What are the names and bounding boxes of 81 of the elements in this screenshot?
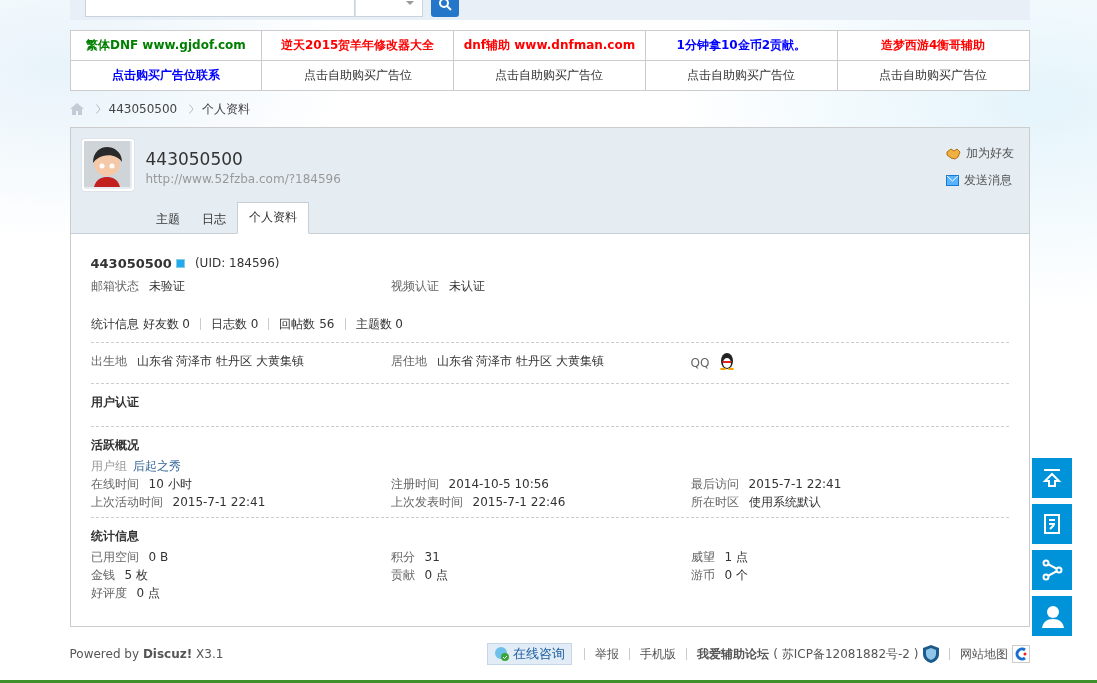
field-label: 最后访问	[690, 475, 739, 493]
field-value: 5 枚	[124, 566, 148, 584]
share-button[interactable]	[1032, 550, 1072, 590]
field-label: 游币	[690, 566, 715, 584]
action-label: 发送消息	[963, 172, 1012, 189]
field-value: 未验证	[148, 277, 185, 295]
field-value: 31	[424, 550, 440, 564]
field-label: 所在时区	[690, 493, 739, 511]
field-label: 用户组	[90, 457, 127, 475]
field-value: 0 点	[136, 584, 160, 602]
field-value: 2015-7-1 22:41	[172, 495, 266, 509]
field-value: 2015-7-1 22:41	[748, 477, 842, 491]
footer-link[interactable]: 网站地图	[959, 645, 1008, 663]
footer-link[interactable]: 手机版	[640, 645, 677, 663]
section-heading: 活跃概况	[90, 437, 140, 454]
action-link[interactable]: 加为好友	[945, 145, 1014, 162]
profile-tab[interactable]: 个人资料	[236, 202, 309, 234]
field-value: 10 小时	[148, 475, 192, 493]
penguin-icon[interactable]	[719, 352, 736, 370]
group-link[interactable]: 后起之秀	[132, 457, 181, 475]
stat-link[interactable]: 回帖数 56	[279, 315, 335, 333]
field-label: 已用空间	[90, 548, 139, 566]
chat-icon	[494, 646, 511, 662]
field-label: 上次发表时间	[390, 493, 463, 511]
chevron-icon	[189, 104, 195, 114]
search-icon	[437, 0, 452, 11]
avatar	[81, 139, 134, 191]
stat-link[interactable]: 日志数 0	[210, 315, 259, 333]
field-value: 1 点	[724, 548, 748, 566]
user-button[interactable]	[1032, 596, 1072, 636]
field-label: 在线时间	[90, 475, 139, 493]
field-label: 上次活动时间	[90, 493, 163, 511]
field-value: 2014-10-5 10:56	[448, 477, 549, 491]
field-label: 邮箱状态	[90, 277, 139, 295]
field-label: 金钱	[90, 566, 115, 584]
badge-icon[interactable]	[1011, 645, 1030, 663]
field-label: QQ	[690, 356, 710, 370]
field-label: 视频认证	[390, 277, 439, 295]
profile-tab[interactable]: 日志	[190, 205, 237, 234]
post-button[interactable]	[1032, 504, 1072, 544]
footer-link[interactable]: 举报	[595, 645, 620, 663]
shield-icon[interactable]	[922, 645, 939, 663]
member-name: 443050500	[90, 255, 172, 271]
action-label: 加为好友	[965, 145, 1014, 162]
field-label: 积分	[390, 548, 415, 566]
uid-text: (UID: 184596)	[194, 256, 280, 270]
document-icon	[1041, 513, 1063, 535]
field-value: 山东省 菏泽市 牡丹区 大黄集镇	[136, 352, 304, 370]
action-link[interactable]: 发送消息	[945, 172, 1014, 189]
person-icon	[1040, 604, 1064, 628]
field-label: 威望	[690, 548, 715, 566]
field-value: 0 个	[724, 566, 748, 584]
field-value: 0 点	[424, 566, 448, 584]
stats-label: 统计信息	[90, 315, 139, 333]
field-value: 未认证	[448, 277, 485, 295]
profile-tab[interactable]: 主题	[144, 205, 191, 234]
field-label: 出生地	[90, 352, 127, 370]
chevron-icon	[95, 104, 101, 114]
field-value: 山东省 菏泽市 牡丹区 大黄集镇	[436, 352, 604, 370]
field-value: 0 B	[148, 550, 169, 564]
arrow-up-icon	[1041, 467, 1063, 489]
section-heading: 用户认证	[90, 394, 140, 411]
envelope-icon	[945, 175, 959, 186]
online-icon	[175, 258, 185, 268]
breadcrumb-link[interactable]: 443050500	[108, 102, 178, 116]
section-heading: 统计信息	[90, 528, 140, 545]
powered-by: Powered by Discuz! X3.1	[69, 647, 224, 661]
field-label: 居住地	[390, 352, 427, 370]
share-icon	[1041, 559, 1063, 581]
consult-button[interactable]: 在线咨询	[487, 643, 573, 665]
site-info: 我爱辅助论坛 ( 苏ICP备12081882号-2 )	[697, 645, 919, 663]
breadcrumb-link[interactable]: 个人资料	[202, 100, 251, 118]
username: 443050500	[145, 149, 244, 169]
field-label: 注册时间	[390, 475, 439, 493]
field-label: 好评度	[90, 584, 127, 602]
stat-link[interactable]: 好友数 0	[142, 315, 190, 333]
field-label: 贡献	[390, 566, 415, 584]
stat-link[interactable]: 主题数 0	[355, 315, 403, 333]
field-value: 2015-7-1 22:46	[472, 495, 566, 509]
back-to-top-button[interactable]	[1032, 458, 1072, 498]
field-value: 使用系统默认	[748, 493, 821, 511]
